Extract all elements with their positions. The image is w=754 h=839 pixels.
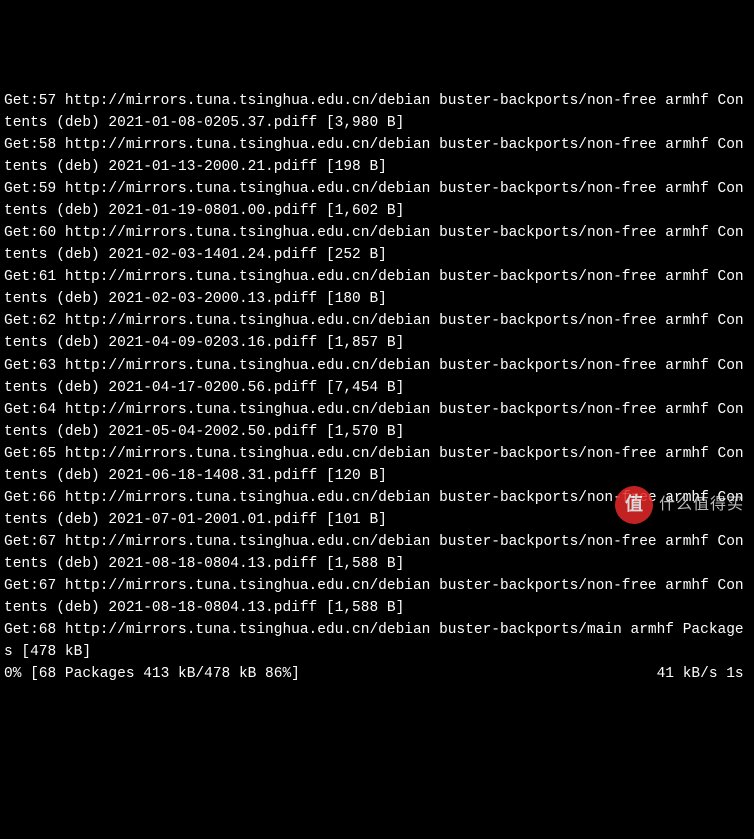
watermark-badge-icon: 值 [615, 486, 653, 524]
watermark-text: 什么值得买 [659, 493, 744, 517]
watermark: 值 什么值得买 [615, 486, 744, 524]
terminal-output: Get:57 http://mirrors.tuna.tsinghua.edu.… [4, 90, 750, 685]
